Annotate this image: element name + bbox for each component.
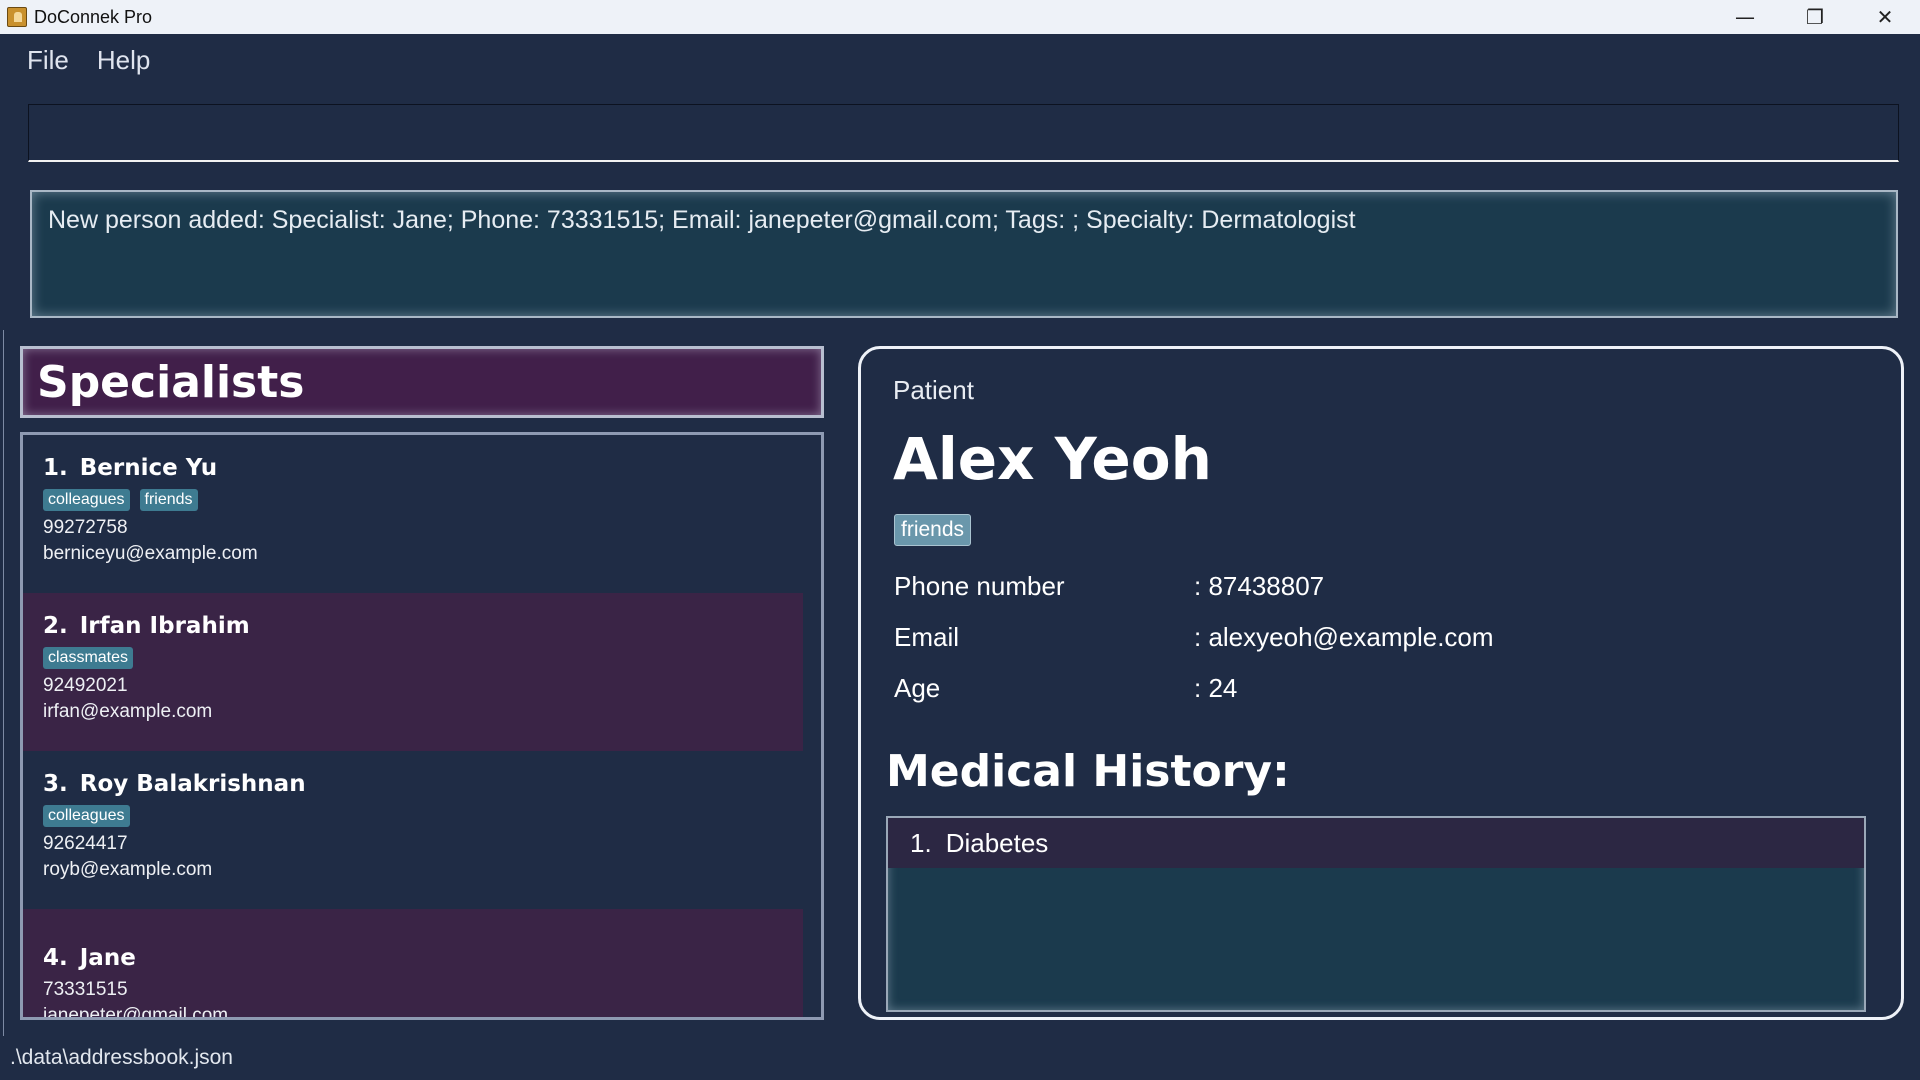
tag-badge: classmates — [43, 647, 134, 669]
tag-badge: colleagues — [43, 805, 130, 827]
list-item-index: 4. — [43, 945, 68, 971]
field-label: Phone number — [894, 571, 1065, 601]
list-item-name: Roy Balakrishnan — [79, 771, 306, 797]
status-bar-path: .\data\addressbook.json — [10, 1046, 233, 1069]
window-controls: — ❐ ✕ — [1710, 0, 1920, 34]
list-item-name: Irfan Ibrahim — [79, 613, 250, 639]
list-item-email: berniceyu@example.com — [43, 543, 258, 564]
list-item-email: royb@example.com — [43, 859, 213, 880]
list-item-phone: 99272758 — [43, 517, 128, 538]
list-item-phone: 73331515 — [43, 979, 128, 1000]
tag-badge: friends — [894, 514, 972, 546]
field-age: Age : 24 — [894, 673, 1237, 704]
field-phone: Phone number : 87438807 — [894, 571, 1324, 602]
list-item[interactable]: 3. Roy Balakrishnan colleagues 92624417 … — [23, 751, 803, 909]
specialists-list[interactable]: 1. Bernice Yu colleagues friends 9927275… — [20, 432, 824, 1020]
field-email: Email : alexyeoh@example.com — [894, 622, 1494, 653]
menu-bar: File Help — [0, 34, 1920, 86]
field-label: Email — [894, 622, 960, 652]
field-value: : 87438807 — [1194, 571, 1325, 601]
command-input[interactable] — [43, 105, 1884, 160]
history-item-index: 1. — [910, 827, 932, 858]
menu-file[interactable]: File — [27, 45, 69, 76]
list-item[interactable]: 4. Jane 73331515 janepeter@gmail.com — [23, 909, 803, 1020]
field-label: Age — [894, 673, 941, 703]
specialists-header: Specialists — [20, 346, 824, 418]
list-item-phone: 92492021 — [43, 675, 128, 696]
medical-history-list[interactable]: 1. Diabetes — [886, 816, 1866, 1012]
list-item[interactable]: 2. Irfan Ibrahim classmates 92492021 irf… — [23, 593, 803, 751]
menu-help[interactable]: Help — [97, 45, 150, 76]
medical-history-title: Medical History: — [886, 746, 1290, 797]
scrollbar-track[interactable] — [803, 435, 821, 1017]
divider — [3, 330, 4, 1036]
person-type-label: Patient — [893, 375, 974, 405]
command-box — [28, 104, 1899, 162]
minimize-button[interactable]: — — [1710, 0, 1780, 34]
list-item-name: Bernice Yu — [79, 455, 218, 481]
tag-badge: friends — [139, 489, 198, 511]
patient-name: Alex Yeoh — [893, 425, 1212, 493]
list-item-name: Jane — [79, 945, 136, 971]
tag-badge: colleagues — [43, 489, 130, 511]
result-text: New person added: Specialist: Jane; Phon… — [48, 206, 1356, 234]
list-item-index: 3. — [43, 771, 68, 797]
patient-detail-panel: Patient Alex Yeoh friends Phone number :… — [858, 346, 1904, 1020]
list-item-phone: 92624417 — [43, 833, 128, 854]
list-item-email: janepeter@gmail.com — [43, 1005, 229, 1020]
list-item-index: 2. — [43, 613, 68, 639]
list-item-email: irfan@example.com — [43, 701, 213, 722]
list-item[interactable]: 1. Bernice Yu colleagues friends 9927275… — [23, 435, 803, 593]
app-icon — [7, 7, 27, 27]
specialists-title: Specialists — [37, 356, 305, 408]
result-display: New person added: Specialist: Jane; Phon… — [30, 190, 1898, 318]
history-item-condition: Diabetes — [945, 827, 1049, 858]
window-title: DoConnek Pro — [34, 6, 153, 27]
restore-button[interactable]: ❐ — [1780, 0, 1850, 34]
close-button[interactable]: ✕ — [1850, 0, 1920, 34]
list-item-index: 1. — [43, 455, 68, 481]
history-item[interactable]: 1. Diabetes — [888, 818, 1864, 868]
title-bar: DoConnek Pro — ❐ ✕ — [0, 0, 1920, 34]
field-value: : 24 — [1194, 673, 1238, 703]
field-value: : alexyeoh@example.com — [1194, 622, 1494, 652]
